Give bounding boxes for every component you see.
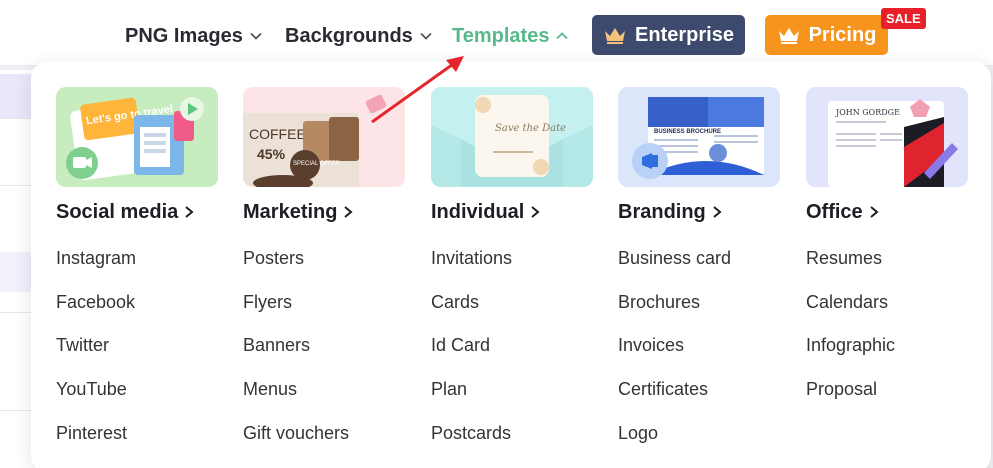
category-column-marketing: COFFEE 45% SPECIAL OFFER Marketing Poste… bbox=[243, 87, 405, 459]
category-title-label: Individual bbox=[431, 200, 525, 223]
link-plan[interactable]: Plan bbox=[431, 372, 593, 416]
category-column-office: JOHN GORDGE Office Resumes Calendars Inf… bbox=[806, 87, 968, 416]
crown-icon bbox=[605, 28, 626, 44]
nav-backgrounds[interactable]: Backgrounds bbox=[285, 23, 433, 49]
link-brochures[interactable]: Brochures bbox=[618, 285, 780, 329]
office-thumbnail[interactable]: JOHN GORDGE bbox=[806, 87, 968, 187]
marketing-thumb-badge: SPECIAL OFFER bbox=[293, 161, 341, 167]
link-postcards[interactable]: Postcards bbox=[431, 416, 593, 460]
marketing-links: Posters Flyers Banners Menus Gift vouche… bbox=[243, 241, 405, 459]
branding-thumbnail-art: BUSINESS BROCHURE bbox=[618, 87, 780, 187]
category-title-individual[interactable]: Individual bbox=[431, 201, 593, 223]
link-proposal[interactable]: Proposal bbox=[806, 372, 968, 416]
category-column-social-media: Let's go to travel Social media Instagra… bbox=[56, 87, 218, 459]
link-certificates[interactable]: Certificates bbox=[618, 372, 780, 416]
category-title-office[interactable]: Office bbox=[806, 201, 968, 223]
office-thumbnail-art: JOHN GORDGE bbox=[806, 87, 968, 187]
enterprise-label: Enterprise bbox=[635, 23, 734, 46]
link-id-card[interactable]: Id Card bbox=[431, 328, 593, 372]
category-title-marketing[interactable]: Marketing bbox=[243, 201, 405, 223]
nav-templates[interactable]: Templates bbox=[452, 23, 569, 49]
link-menus[interactable]: Menus bbox=[243, 372, 405, 416]
link-instagram[interactable]: Instagram bbox=[56, 241, 218, 285]
link-banners[interactable]: Banners bbox=[243, 328, 405, 372]
link-resumes[interactable]: Resumes bbox=[806, 241, 968, 285]
chevron-up-icon bbox=[556, 32, 569, 40]
office-thumb-text: JOHN GORDGE bbox=[835, 108, 900, 117]
link-infographic[interactable]: Infographic bbox=[806, 328, 968, 372]
link-flyers[interactable]: Flyers bbox=[243, 285, 405, 329]
crown-icon bbox=[778, 28, 799, 44]
social-media-thumbnail[interactable]: Let's go to travel bbox=[56, 87, 218, 187]
category-title-label: Social media bbox=[56, 200, 179, 223]
nav-png-images[interactable]: PNG Images bbox=[125, 23, 263, 49]
link-youtube[interactable]: YouTube bbox=[56, 372, 218, 416]
chevron-down-icon bbox=[420, 32, 432, 40]
sale-badge: SALE bbox=[881, 8, 926, 29]
office-links: Resumes Calendars Infographic Proposal bbox=[806, 241, 968, 416]
category-title-label: Branding bbox=[618, 200, 706, 223]
top-navigation-bar: PNG Images Backgrounds Templates Enterpr… bbox=[0, 0, 993, 66]
category-title-label: Marketing bbox=[243, 200, 338, 223]
individual-thumb-text: Save the Date bbox=[495, 123, 566, 134]
branding-links: Business card Brochures Invoices Certifi… bbox=[618, 241, 780, 459]
nav-png-images-label: PNG Images bbox=[125, 24, 243, 47]
marketing-thumb-text: COFFEE bbox=[249, 126, 306, 142]
category-title-branding[interactable]: Branding bbox=[618, 201, 780, 223]
link-invoices[interactable]: Invoices bbox=[618, 328, 780, 372]
category-column-branding: BUSINESS BROCHURE Branding Business card… bbox=[618, 87, 780, 459]
link-logo[interactable]: Logo bbox=[618, 416, 780, 460]
chevron-right-icon bbox=[870, 206, 879, 218]
social-media-thumbnail-art: Let's go to travel bbox=[56, 87, 218, 187]
link-business-card[interactable]: Business card bbox=[618, 241, 780, 285]
pricing-button[interactable]: Pricing bbox=[765, 15, 888, 55]
chevron-right-icon bbox=[713, 206, 722, 218]
chevron-right-icon bbox=[531, 206, 540, 218]
link-calendars[interactable]: Calendars bbox=[806, 285, 968, 329]
category-column-individual: Save the Date Individual Invitations Car… bbox=[431, 87, 593, 459]
individual-links: Invitations Cards Id Card Plan Postcards bbox=[431, 241, 593, 459]
chevron-right-icon bbox=[344, 206, 354, 218]
link-gift-vouchers[interactable]: Gift vouchers bbox=[243, 416, 405, 460]
pricing-label: Pricing bbox=[808, 23, 877, 46]
enterprise-button[interactable]: Enterprise bbox=[592, 15, 745, 55]
link-cards[interactable]: Cards bbox=[431, 285, 593, 329]
branding-thumb-text: BUSINESS BROCHURE bbox=[654, 129, 721, 135]
nav-backgrounds-label: Backgrounds bbox=[285, 24, 413, 47]
link-twitter[interactable]: Twitter bbox=[56, 328, 218, 372]
category-title-social-media[interactable]: Social media bbox=[56, 201, 218, 223]
link-posters[interactable]: Posters bbox=[243, 241, 405, 285]
chevron-down-icon bbox=[250, 32, 262, 40]
nav-templates-label: Templates bbox=[452, 24, 550, 47]
marketing-thumb-subtext: 45% bbox=[257, 146, 286, 162]
annotation-arrow bbox=[371, 56, 464, 124]
social-media-links: Instagram Facebook Twitter YouTube Pinte… bbox=[56, 241, 218, 459]
branding-thumbnail[interactable]: BUSINESS BROCHURE bbox=[618, 87, 780, 187]
link-pinterest[interactable]: Pinterest bbox=[56, 416, 218, 460]
category-title-label: Office bbox=[806, 200, 863, 223]
link-facebook[interactable]: Facebook bbox=[56, 285, 218, 329]
chevron-right-icon bbox=[185, 206, 194, 218]
link-invitations[interactable]: Invitations bbox=[431, 241, 593, 285]
